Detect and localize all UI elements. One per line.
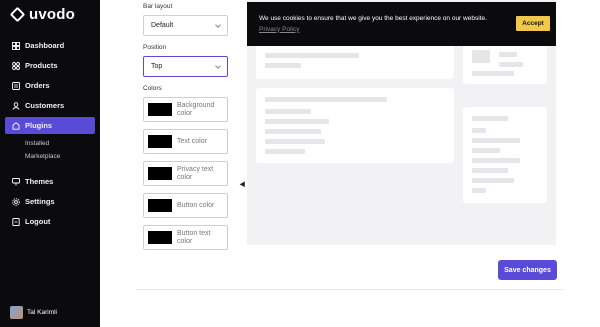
sidebar-item-label: Products bbox=[25, 61, 58, 70]
color-label: Background color bbox=[177, 102, 215, 117]
sidebar-item-label: Themes bbox=[25, 177, 54, 186]
position-select[interactable]: Top bbox=[143, 56, 228, 77]
placeholder-line bbox=[472, 148, 500, 153]
chevron-down-icon bbox=[215, 21, 221, 28]
placeholder-line bbox=[472, 158, 520, 163]
sidebar-item-label: Orders bbox=[25, 81, 50, 90]
logo-icon bbox=[9, 6, 26, 23]
logo[interactable]: uvodo bbox=[9, 6, 75, 23]
sidebar-item-label: Dashboard bbox=[25, 41, 65, 50]
sidebar-item-dashboard[interactable]: Dashboard bbox=[5, 37, 95, 54]
color-label: Privacy text color bbox=[177, 166, 214, 181]
sidebar-subitem-marketplace[interactable]: Marketplace bbox=[5, 150, 95, 163]
user-name: Tal Karimli bbox=[27, 309, 57, 316]
placeholder-line bbox=[265, 149, 305, 154]
bar-layout-select[interactable]: Default bbox=[143, 15, 228, 36]
placeholder-line bbox=[265, 63, 301, 68]
color-swatch[interactable] bbox=[148, 135, 172, 148]
color-label: Text color bbox=[177, 137, 207, 145]
placeholder-line bbox=[265, 119, 329, 124]
sidebar-item-logout[interactable]: Logout bbox=[5, 213, 95, 230]
color-swatch[interactable] bbox=[148, 103, 172, 116]
preview-card bbox=[463, 107, 547, 203]
accept-button[interactable]: Accept bbox=[516, 16, 550, 31]
position-value: Top bbox=[151, 63, 163, 70]
sidebar-nav: Dashboard Products Orders Customers Plug… bbox=[5, 37, 95, 233]
sidebar-item-label: Plugins bbox=[25, 121, 53, 130]
themes-icon bbox=[12, 177, 20, 185]
text-color-picker[interactable]: Text color bbox=[143, 129, 228, 154]
gear-icon bbox=[12, 197, 20, 206]
grid-icon bbox=[12, 41, 20, 50]
privacy-policy-link[interactable]: Privacy Policy bbox=[259, 26, 299, 33]
box-icon bbox=[12, 61, 20, 70]
cookie-message: We use cookies to ensure that we give yo… bbox=[259, 15, 487, 22]
chevron-down-icon bbox=[215, 62, 221, 69]
colors-label: Colors bbox=[143, 85, 162, 92]
placeholder-line bbox=[499, 52, 517, 57]
placeholder-line bbox=[265, 53, 359, 58]
nav-gap bbox=[5, 163, 95, 173]
users-icon bbox=[12, 101, 20, 110]
position-label: Position bbox=[143, 44, 167, 51]
sidebar-item-customers[interactable]: Customers bbox=[5, 97, 95, 114]
logout-icon bbox=[12, 217, 20, 226]
placeholder-line bbox=[472, 168, 508, 173]
color-swatch[interactable] bbox=[148, 231, 172, 244]
button-color-picker[interactable]: Button color bbox=[143, 193, 228, 218]
cookie-banner: We use cookies to ensure that we give yo… bbox=[247, 2, 556, 46]
sidebar: uvodo Dashboard Products Orders Customer… bbox=[0, 0, 100, 327]
placeholder-line bbox=[472, 138, 520, 143]
user-profile[interactable]: Tal Karimli bbox=[10, 306, 57, 319]
bar-layout-label: Bar layout bbox=[143, 3, 173, 10]
placeholder-line bbox=[472, 128, 486, 133]
placeholder-line bbox=[472, 71, 514, 76]
avatar bbox=[10, 306, 23, 319]
plugin-icon bbox=[12, 121, 20, 130]
sidebar-item-label: Customers bbox=[25, 101, 65, 110]
placeholder-line bbox=[472, 116, 508, 121]
cookie-banner-text: We use cookies to ensure that we give yo… bbox=[259, 14, 489, 35]
save-changes-button[interactable]: Save changes bbox=[498, 260, 557, 280]
color-label: Button text color bbox=[177, 230, 211, 245]
sidebar-item-label: Settings bbox=[25, 197, 55, 206]
cookie-bar-preview: We use cookies to ensure that we give yo… bbox=[247, 0, 556, 245]
preview-card bbox=[256, 44, 454, 79]
button-text-color-picker[interactable]: Button text color bbox=[143, 225, 228, 250]
preview-card bbox=[256, 88, 454, 163]
logo-text: uvodo bbox=[29, 6, 75, 23]
placeholder-line bbox=[265, 139, 325, 144]
placeholder-line bbox=[499, 62, 523, 67]
sidebar-subitem-installed[interactable]: Installed bbox=[5, 137, 95, 150]
sidebar-item-settings[interactable]: Settings bbox=[5, 193, 95, 210]
sidebar-item-orders[interactable]: Orders bbox=[5, 77, 95, 94]
color-label: Button color bbox=[177, 201, 215, 209]
privacy-text-color-picker[interactable]: Privacy text color bbox=[143, 161, 228, 186]
sidebar-item-themes[interactable]: Themes bbox=[5, 173, 95, 190]
color-swatch[interactable] bbox=[148, 199, 172, 212]
placeholder-line bbox=[265, 109, 311, 114]
preview-card bbox=[463, 44, 547, 84]
placeholder-line bbox=[265, 129, 321, 134]
sidebar-item-plugins[interactable]: Plugins bbox=[5, 117, 95, 134]
placeholder-line bbox=[472, 178, 514, 183]
sidebar-item-products[interactable]: Products bbox=[5, 57, 95, 74]
placeholder-line bbox=[472, 188, 486, 193]
color-swatch[interactable] bbox=[148, 167, 172, 180]
footer-divider bbox=[136, 289, 564, 290]
sidebar-item-label: Logout bbox=[25, 217, 51, 226]
placeholder-block bbox=[472, 50, 490, 63]
orders-icon bbox=[12, 81, 20, 90]
background-color-picker[interactable]: Background color bbox=[143, 97, 228, 122]
placeholder-line bbox=[265, 97, 387, 102]
settings-panel: Bar layout Default Position Top Colors B… bbox=[143, 0, 228, 257]
bar-layout-value: Default bbox=[151, 22, 174, 29]
